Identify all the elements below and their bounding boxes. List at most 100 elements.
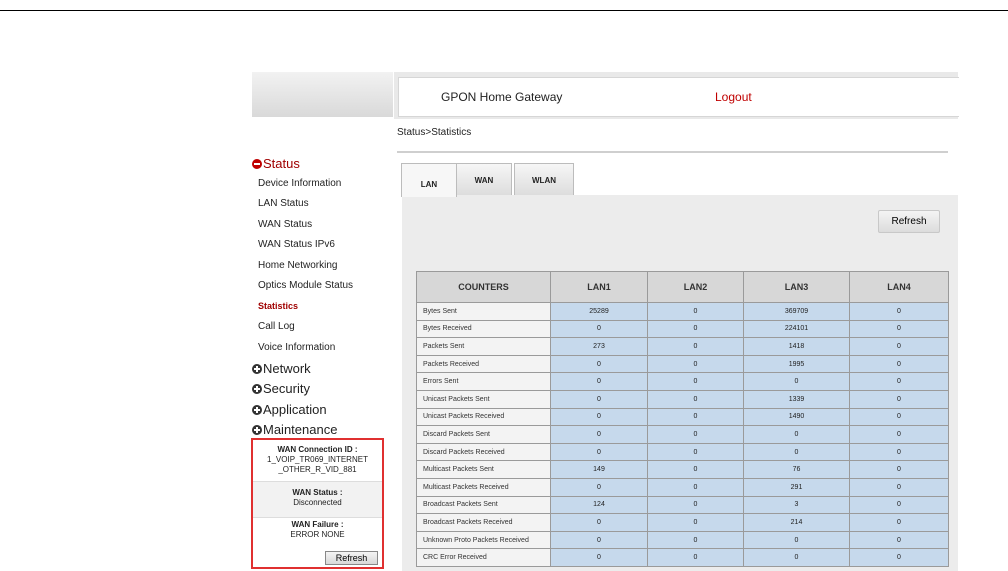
nav-section-label: Network	[263, 361, 311, 376]
counter-value: 149	[550, 460, 648, 479]
counter-value: 0	[550, 319, 648, 339]
counter-value: 0	[849, 407, 949, 427]
counter-value: 0	[550, 389, 648, 409]
nav-section-security[interactable]: Security	[252, 381, 310, 396]
counter-value: 0	[647, 530, 744, 550]
nav-section-application[interactable]: Application	[252, 402, 327, 417]
counter-value: 0	[647, 513, 744, 532]
sidebar-item-wan-status-ipv6[interactable]: WAN Status IPv6	[258, 239, 335, 250]
table-row: Packets Received 0 0 1995 0	[416, 354, 949, 374]
collapse-icon	[252, 158, 262, 169]
sidebar-item-device-information[interactable]: Device Information	[258, 178, 341, 189]
counter-value: 0	[849, 477, 949, 497]
counter-value: 0	[849, 302, 949, 321]
nav-section-network[interactable]: Network	[252, 361, 311, 376]
nav-section-label: Security	[263, 381, 310, 396]
counter-value: 0	[647, 477, 744, 497]
counter-label: Bytes Sent	[416, 302, 551, 321]
sidebar-item-lan-status[interactable]: LAN Status	[258, 198, 309, 209]
sidebar-item-wan-status[interactable]: WAN Status	[258, 219, 312, 230]
counter-value: 0	[849, 372, 949, 391]
table-row: Unicast Packets Received 0 0 1490 0	[416, 407, 949, 427]
counter-value: 0	[647, 319, 744, 339]
counter-value: 0	[647, 425, 744, 444]
counter-label: Errors Sent	[416, 372, 551, 391]
wan-status: WAN Status : Disconnected	[253, 482, 382, 517]
tab-lan[interactable]: LAN	[401, 163, 457, 197]
wan-info-box: WAN Connection ID : 1_VOIP_TR069_INTERNE…	[251, 438, 384, 569]
counter-value: 3	[743, 495, 850, 515]
counter-value: 76	[743, 460, 850, 479]
tab-wan[interactable]: WAN	[456, 163, 512, 196]
wan-refresh-button[interactable]: Refresh	[325, 551, 378, 565]
table-row: Multicast Packets Sent 149 0 76 0	[416, 460, 949, 479]
top-rule	[0, 10, 1008, 11]
column-header: LAN4	[849, 271, 949, 303]
counter-label: CRC Error Received	[416, 548, 551, 567]
counter-value: 0	[743, 548, 850, 567]
counter-label: Broadcast Packets Received	[416, 513, 551, 532]
counter-value: 0	[550, 372, 648, 391]
counter-value: 0	[647, 495, 744, 515]
main-header: GPON Home Gateway Logout	[398, 77, 959, 117]
counter-value: 0	[647, 442, 744, 462]
table-row: Unknown Proto Packets Received 0 0 0 0	[416, 530, 949, 550]
counter-label: Bytes Received	[416, 319, 551, 339]
expand-icon	[252, 424, 262, 435]
counter-value: 0	[743, 530, 850, 550]
counter-value: 0	[743, 425, 850, 444]
counter-value: 0	[849, 513, 949, 532]
counter-value: 0	[849, 354, 949, 374]
divider	[397, 151, 948, 153]
counter-value: 273	[550, 337, 648, 356]
counter-value: 124	[550, 495, 648, 515]
expand-icon	[252, 383, 262, 394]
nav-section-label: Application	[263, 402, 327, 417]
counter-value: 0	[647, 302, 744, 321]
column-header: COUNTERS	[416, 271, 551, 303]
counter-value: 0	[647, 407, 744, 427]
logout-link[interactable]: Logout	[715, 90, 752, 104]
counter-value: 1418	[743, 337, 850, 356]
counter-label: Unicast Packets Sent	[416, 389, 551, 409]
wan-connection-id-line1: 1_VOIP_TR069_INTERNET	[267, 455, 368, 464]
counter-value: 0	[647, 548, 744, 567]
refresh-button[interactable]: Refresh	[878, 210, 940, 233]
counter-value: 0	[550, 354, 648, 374]
counter-value: 214	[743, 513, 850, 532]
nav-section-maintenance[interactable]: Maintenance	[252, 422, 337, 437]
counter-label: Broadcast Packets Sent	[416, 495, 551, 515]
tab-wlan[interactable]: WLAN	[514, 163, 574, 196]
divider	[253, 517, 382, 518]
sidebar-item-call-log[interactable]: Call Log	[258, 321, 295, 332]
sidebar-item-optics-module-status[interactable]: Optics Module Status	[258, 280, 353, 291]
sidebar-item-voice-information[interactable]: Voice Information	[258, 342, 335, 353]
counter-value: 0	[849, 337, 949, 356]
sidebar-item-home-networking[interactable]: Home Networking	[258, 260, 337, 271]
counter-label: Packets Received	[416, 354, 551, 374]
breadcrumb: Status>Statistics	[397, 127, 472, 138]
table-row: Packets Sent 273 0 1418 0	[416, 337, 949, 356]
nav-section-status[interactable]: Status	[252, 156, 300, 171]
column-header: LAN2	[647, 271, 744, 303]
wan-connection-id-label: WAN Connection ID :	[277, 445, 358, 454]
sidebar-item-statistics[interactable]: Statistics	[258, 301, 298, 311]
counter-label: Unknown Proto Packets Received	[416, 530, 551, 550]
counter-value: 0	[849, 389, 949, 409]
counter-value: 1995	[743, 354, 850, 374]
counter-label: Multicast Packets Sent	[416, 460, 551, 479]
expand-icon	[252, 363, 262, 374]
table-header-row: COUNTERS LAN1 LAN2 LAN3 LAN4	[416, 271, 949, 303]
counter-value: 0	[647, 389, 744, 409]
table-row: Unicast Packets Sent 0 0 1339 0	[416, 389, 949, 409]
table-row: Bytes Sent 25289 0 369709 0	[416, 302, 949, 321]
column-header: LAN1	[550, 271, 648, 303]
counter-label: Unicast Packets Received	[416, 407, 551, 427]
counter-value: 0	[849, 495, 949, 515]
wan-failure-label: WAN Failure :	[291, 520, 344, 529]
sidebar-header	[252, 72, 393, 117]
table-row: Multicast Packets Received 0 0 291 0	[416, 477, 949, 497]
counter-value: 0	[849, 442, 949, 462]
nav-section-label: Maintenance	[263, 422, 338, 437]
wan-connection-id: WAN Connection ID : 1_VOIP_TR069_INTERNE…	[253, 445, 382, 475]
